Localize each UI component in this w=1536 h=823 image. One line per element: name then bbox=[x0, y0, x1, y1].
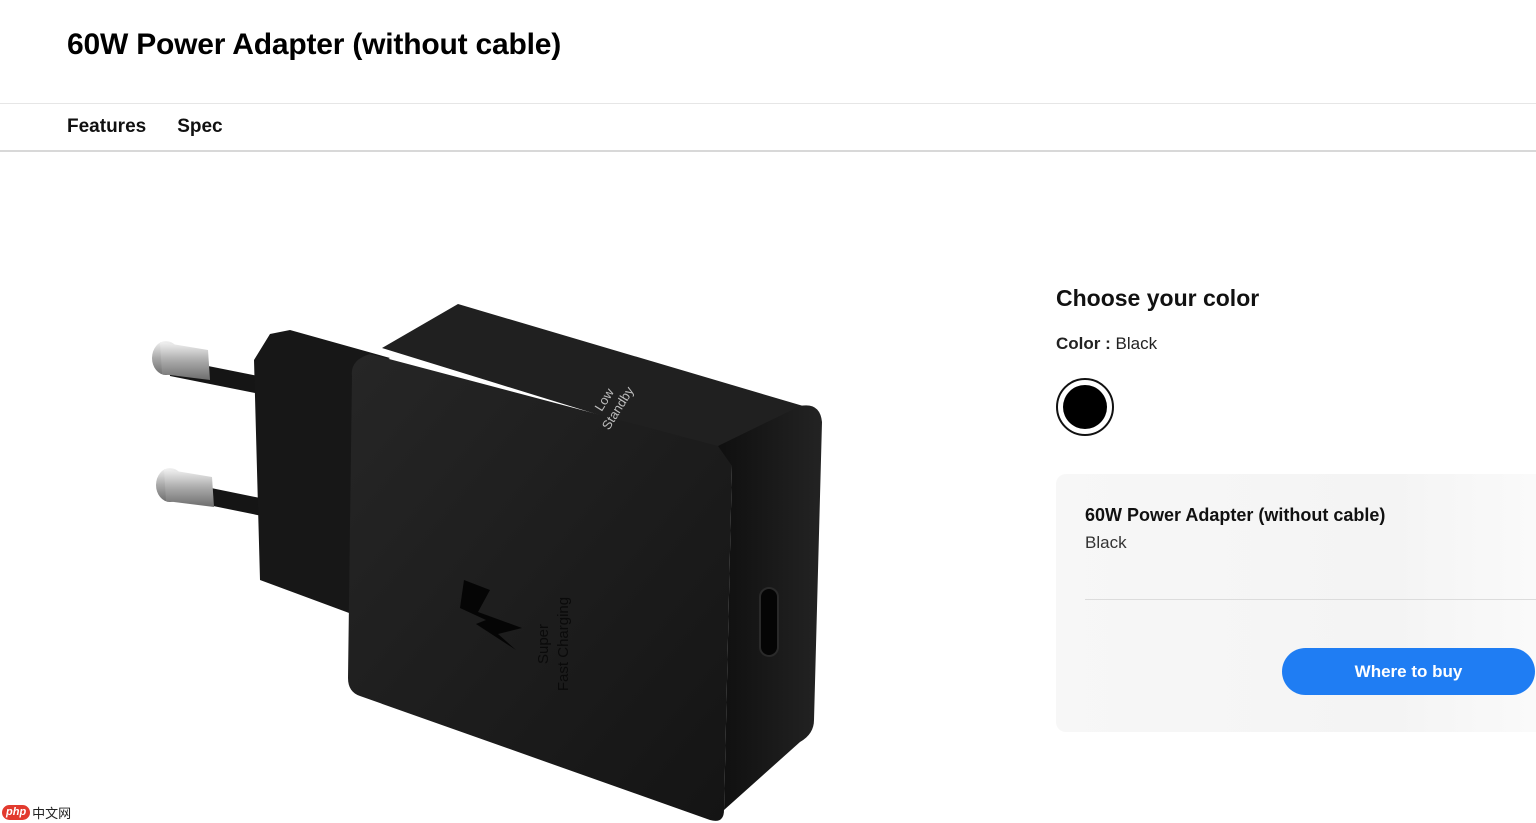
selected-color-line: Color : Black bbox=[1056, 334, 1536, 354]
section-tabs: Features Spec bbox=[0, 104, 1536, 152]
purchase-summary-card: 60W Power Adapter (without cable) Black … bbox=[1056, 474, 1536, 732]
page-title: 60W Power Adapter (without cable) bbox=[67, 28, 562, 61]
product-image: Low Standby Super Fast Charging bbox=[120, 250, 880, 823]
color-swatch-black[interactable] bbox=[1056, 378, 1114, 436]
watermark-text: 中文网 bbox=[32, 806, 72, 821]
site-watermark: php 中文网 bbox=[2, 803, 71, 822]
tab-features[interactable]: Features bbox=[67, 116, 146, 138]
color-label: Color : bbox=[1056, 334, 1111, 353]
tab-spec[interactable]: Spec bbox=[177, 116, 222, 138]
power-adapter-illustration: Low Standby Super Fast Charging bbox=[152, 304, 822, 821]
product-page: 60W Power Adapter (without cable) Featur… bbox=[0, 0, 1536, 823]
page-header: 60W Power Adapter (without cable) bbox=[0, 0, 1536, 104]
summary-product-name: 60W Power Adapter (without cable) bbox=[1085, 505, 1386, 525]
summary-color: Black bbox=[1085, 533, 1127, 552]
svg-text:Super: Super bbox=[535, 624, 552, 664]
swatch-fill bbox=[1063, 385, 1107, 429]
divider bbox=[1085, 599, 1536, 600]
where-to-buy-button[interactable]: Where to buy bbox=[1282, 648, 1535, 695]
color-chooser: Choose your color Color : Black bbox=[1056, 285, 1536, 436]
svg-text:Fast Charging: Fast Charging bbox=[555, 597, 572, 691]
php-logo: php bbox=[2, 805, 31, 820]
plug-prongs bbox=[152, 341, 272, 518]
usb-c-port bbox=[759, 587, 779, 657]
selected-color-value: Black bbox=[1115, 334, 1158, 353]
choose-color-heading: Choose your color bbox=[1056, 285, 1260, 311]
